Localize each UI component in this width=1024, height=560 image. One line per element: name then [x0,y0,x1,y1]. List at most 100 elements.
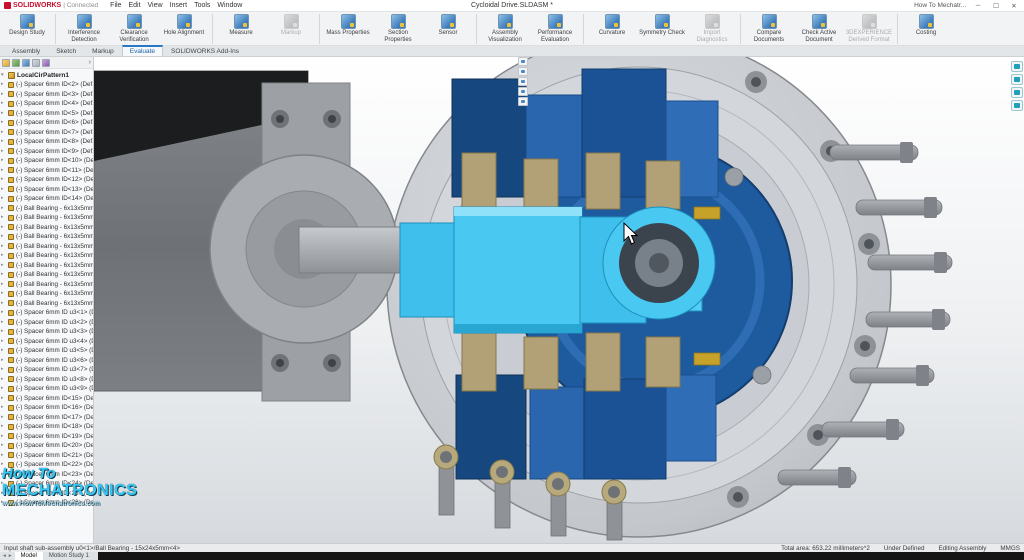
tree-item[interactable]: ▸ (-) Spacer 6mm ID<6> (Def... [1,118,93,128]
tree-item[interactable]: ▸ (-) Spacer 6mm ID u3<8> (D... [1,375,93,385]
ribbon-tool-button[interactable]: Sensor [423,13,473,45]
ribbon-tab[interactable]: Sketch [48,46,84,56]
tree-item[interactable]: ▸ (-) Spacer 6mm ID<9> (Def... [1,147,93,157]
share-content-icon[interactable] [1011,87,1023,98]
dimxpertmanager-tab-icon[interactable] [32,59,40,67]
expand-arrow-icon[interactable]: ▸ [1,394,6,403]
ribbon-tool-button[interactable]: Design Study [2,13,52,45]
menu-item[interactable]: Window [217,2,242,9]
expand-arrow-icon[interactable]: ▸ [1,204,6,213]
expand-arrow-icon[interactable]: ▸ [1,242,6,251]
panel-expand-chevron-icon[interactable]: › [89,59,91,66]
tree-item[interactable]: ▸ (-) Spacer 6mm ID<15> (Def... [1,394,93,404]
expand-arrow-icon[interactable]: ▸ [1,337,6,346]
expand-arrow-icon[interactable]: ▸ [1,185,6,194]
lifecycle-status-icon[interactable] [1011,74,1023,85]
expand-arrow-icon[interactable]: ▸ [1,422,6,431]
graphics-viewport[interactable] [94,57,1024,543]
model-tab[interactable]: Model [15,552,43,560]
ribbon-tool-button[interactable]: Compare Documents [744,13,794,45]
close-button[interactable]: ✕ [1008,2,1020,10]
menu-item[interactable]: View [148,2,163,9]
tree-item[interactable]: ▸ (-) Spacer 6mm ID<11> (Def... [1,166,93,176]
menu-item[interactable]: Edit [128,2,140,9]
expand-arrow-icon[interactable]: ▸ [1,299,6,308]
collapse-arrow-icon[interactable]: ▾ [1,71,6,80]
expand-arrow-icon[interactable]: ▸ [1,308,6,317]
ribbon-tool-button[interactable]: Measure [216,13,266,45]
ribbon-tool-button[interactable]: Performance Evaluation [530,13,580,45]
apply-scene-icon[interactable] [518,97,528,106]
display-style-icon[interactable] [518,67,528,76]
user-account-label[interactable]: How To Mechatr... [914,2,966,9]
unit-system[interactable]: MMGS [1000,545,1020,552]
displaymanager-tab-icon[interactable] [42,59,50,67]
featuremanager-tab-icon[interactable] [2,59,10,67]
expand-arrow-icon[interactable]: ▸ [1,365,6,374]
tree-item[interactable]: ▸ (-) Spacer 6mm ID u3<6> (D... [1,356,93,366]
selected-input-shaft-cyan[interactable] [400,207,715,333]
tree-item[interactable]: ▸ (-) Spacer 6mm ID<12> (Def... [1,175,93,185]
expand-arrow-icon[interactable]: ▸ [1,403,6,412]
tree-item[interactable]: ▸ (-) Ball Bearing - 6x13x5mm<4> [1,232,93,242]
tree-item[interactable]: ▸ (-) Spacer 6mm ID<7> (Def... [1,128,93,138]
tree-item[interactable]: ▸ (-) Spacer 6mm ID<18> (Def... [1,422,93,432]
tree-item[interactable]: ▸ (-) Spacer 6mm ID<26> (Def... [1,498,93,508]
expand-arrow-icon[interactable]: ▸ [1,432,6,441]
expand-arrow-icon[interactable]: ▸ [1,175,6,184]
tree-item[interactable]: ▸ (-) Ball Bearing - 6x13x5mm<2> [1,213,93,223]
ribbon-tool-button[interactable]: Curvature [587,13,637,45]
ribbon-tool-button[interactable]: 3DEXPERIENCE Derived Format Converter [844,13,894,45]
tree-item[interactable]: ▸ (-) Spacer 6mm ID<10> (Def... [1,156,93,166]
expand-arrow-icon[interactable]: ▸ [1,384,6,393]
expand-arrow-icon[interactable]: ▸ [1,232,6,241]
tree-item[interactable]: ▸ (-) Spacer 6mm ID<21> (Def... [1,451,93,461]
expand-arrow-icon[interactable]: ▸ [1,80,6,89]
menu-item[interactable]: Insert [170,2,188,9]
tree-item[interactable]: ▸ (-) Spacer 6mm ID<8> (Def... [1,137,93,147]
tree-item[interactable]: ▸ (-) Ball Bearing - 6x13x5mm<9> [1,280,93,290]
ribbon-tool-button[interactable]: Markup [266,13,316,45]
tree-item[interactable]: ▸ (-) Ball Bearing - 6x13x5mm<8> [1,270,93,280]
hide-show-items-icon[interactable] [518,77,528,86]
tree-item[interactable]: ▸ (-) Ball Bearing - 6x13x5mm<6> [1,251,93,261]
model-view-canvas[interactable] [94,57,1024,543]
tree-root-item[interactable]: ▾ LocalCirPattern1 [1,70,93,80]
tree-item[interactable]: ▸ (-) Ball Bearing - 6x13x5mm<11> [1,299,93,309]
view-orientation-icon[interactable] [518,57,528,66]
expand-arrow-icon[interactable]: ▸ [1,451,6,460]
expand-arrow-icon[interactable]: ▸ [1,489,6,498]
expand-arrow-icon[interactable]: ▸ [1,223,6,232]
expand-arrow-icon[interactable]: ▸ [1,118,6,127]
tab-scroll-right-icon[interactable]: ▸ [9,553,12,559]
tree-item[interactable]: ▸ (-) Spacer 6mm ID u3<9> (D... [1,384,93,394]
expand-arrow-icon[interactable]: ▸ [1,498,6,507]
collaboration-icon[interactable] [1011,100,1023,111]
ribbon-tool-button[interactable]: Check Active Document [794,13,844,45]
tree-item[interactable]: ▸ (-) Spacer 6mm ID<16> (Def... [1,403,93,413]
expand-arrow-icon[interactable]: ▸ [1,470,6,479]
3dexperience-panel-icon[interactable] [1011,61,1023,72]
tree-item[interactable]: ▸ (-) Spacer 6mm ID u3<3> (D... [1,327,93,337]
tree-item[interactable]: ▸ (-) Ball Bearing - 6x13x5mm<7> [1,261,93,271]
ribbon-tool-button[interactable]: Import Diagnostics [687,13,737,45]
minimize-button[interactable]: ─ [972,2,984,9]
tree-item[interactable]: ▸ (-) Spacer 6mm ID<24> (Def... [1,479,93,489]
ribbon-tool-button[interactable]: Assembly Visualization [480,13,530,45]
menu-item[interactable]: File [110,2,121,9]
expand-arrow-icon[interactable]: ▸ [1,327,6,336]
expand-arrow-icon[interactable]: ▸ [1,356,6,365]
expand-arrow-icon[interactable]: ▸ [1,280,6,289]
expand-arrow-icon[interactable]: ▸ [1,90,6,99]
expand-arrow-icon[interactable]: ▸ [1,413,6,422]
tree-item[interactable]: ▸ (-) Spacer 6mm ID<13> (Def... [1,185,93,195]
ribbon-tab[interactable]: Markup [84,46,122,56]
propertymanager-tab-icon[interactable] [12,59,20,67]
expand-arrow-icon[interactable]: ▸ [1,460,6,469]
tree-item[interactable]: ▸ (-) Spacer 6mm ID<20> (Def... [1,441,93,451]
expand-arrow-icon[interactable]: ▸ [1,479,6,488]
ribbon-tool-button[interactable]: Section Properties [373,13,423,45]
tree-item[interactable]: ▸ (-) Spacer 6mm ID<19> (Def... [1,432,93,442]
tree-item[interactable]: ▸ (-) Ball Bearing - 6x13x5mm<5> [1,242,93,252]
menu-item[interactable]: Tools [194,2,210,9]
